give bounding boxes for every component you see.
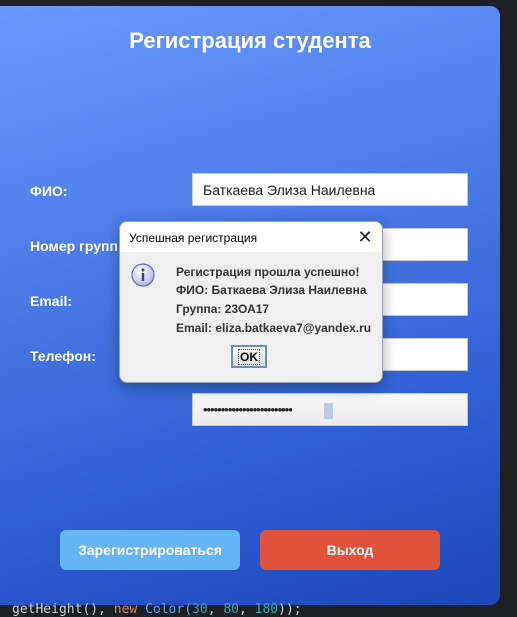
background-code-line: getHeight(), new Color(30, 80, 180)); [12,602,302,617]
code-text: getHeight(), [12,602,114,617]
phone-label: Телефон: [30,348,96,364]
dialog-line-fio: ФИО: Баткаева Элиза Наилевна [176,283,367,297]
dialog-line-status: Регистрация прошла успешно! [176,265,360,279]
exit-button[interactable]: Выход [260,530,440,570]
code-class: Color( [145,602,193,617]
fio-label: ФИО: [30,183,68,199]
email-label: Email: [30,293,73,309]
register-button[interactable]: Зарегистрироваться [60,530,240,570]
dialog-line-group: Группа: 23ОА17 [176,302,270,316]
close-icon[interactable]: ✕ [354,226,376,248]
text-selection [324,403,333,419]
code-number: 80 [223,602,239,617]
dialog-line-email: Email: eliza.batkaeva7@yandex.ru [176,321,372,335]
dialog-title: Успешная регистрация [129,231,258,245]
ok-button[interactable]: OK [231,345,267,368]
info-icon [131,263,155,287]
code-number: 30 [192,602,208,617]
code-keyword: new [113,602,146,617]
page-title: Регистрация студента [129,28,371,53]
success-dialog: Успешная регистрация ✕ Регистрация прошл… [119,221,383,383]
ok-button-label: OK [238,348,260,365]
code-text: )); [278,602,302,617]
dialog-titlebar: Успешная регистрация ✕ [120,222,382,252]
fio-field[interactable] [192,173,468,206]
code-number: 180 [254,602,279,617]
